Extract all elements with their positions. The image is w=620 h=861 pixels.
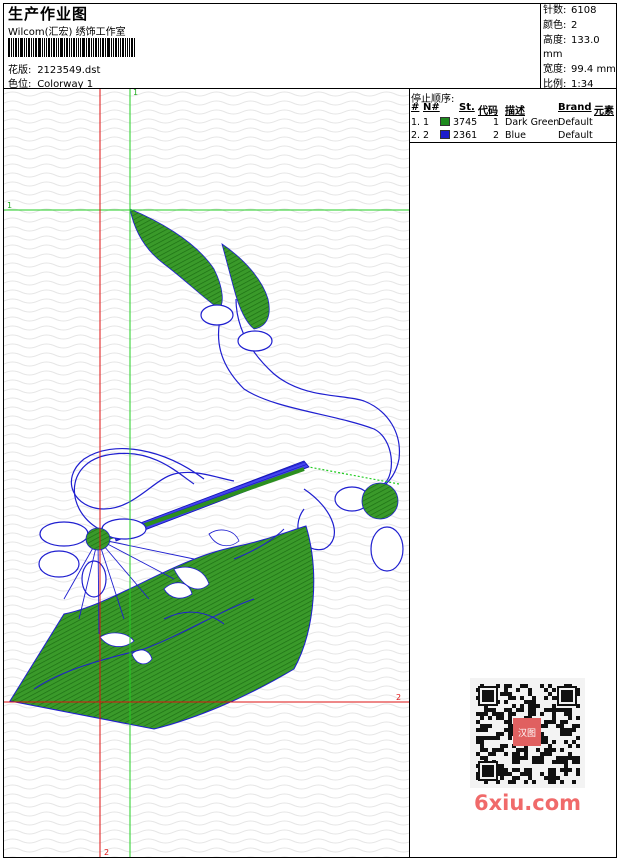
site-watermark: 6xiu.com — [474, 791, 581, 815]
flower-center-green — [361, 482, 399, 520]
row-code: 2 — [493, 130, 500, 141]
company-name: Wilcom(汇宏) 绣饰工作室 — [8, 27, 126, 38]
row-needle: 2 — [423, 130, 430, 141]
thread-color-swatch — [440, 130, 450, 139]
row-num: 1. — [411, 117, 421, 128]
col-header-needle: N# — [423, 102, 440, 113]
col-header-brand: Brand — [558, 102, 592, 113]
leaf-bead-right — [237, 330, 273, 352]
stat-height: 高度: 133.0 mm — [543, 34, 600, 61]
stat-colors: 颜色: 2 — [543, 19, 578, 31]
petal-1 — [39, 521, 89, 547]
col-header-num: # — [411, 102, 420, 113]
stat-scale: 比例: 1:34 — [543, 78, 594, 90]
leaf-bead-left — [200, 304, 234, 326]
panel-divider — [409, 88, 410, 857]
row-needle: 1 — [423, 117, 430, 128]
row-brand: Default — [558, 117, 593, 128]
stat-stitches: 针数: 6108 — [543, 5, 597, 16]
thread-color-swatch — [440, 117, 450, 126]
watermark: 汉图 6xiu.com — [470, 678, 585, 815]
col-header-element: 元素 — [594, 106, 614, 117]
design-file-row: 花版: 2123549.dst — [8, 61, 100, 76]
row-code: 1 — [493, 117, 500, 128]
row-stitches: 3745 — [453, 117, 478, 128]
col-header-stitches: St. — [459, 102, 475, 113]
table-bottom-divider — [410, 142, 616, 143]
row-num: 2. — [411, 130, 421, 141]
row-description: Dark Green — [505, 117, 560, 128]
petal-2 — [38, 550, 80, 578]
canvas-background — [4, 89, 409, 857]
embroidery-preview: 1 1 2 2 — [4, 89, 409, 857]
design-file-label: 花版: — [8, 65, 32, 76]
row-stitches: 2361 — [453, 130, 478, 141]
qr-stamp-text: 汉图 — [518, 728, 536, 739]
col-header-code: 代码 — [478, 106, 498, 117]
design-canvas[interactable]: 1 1 2 2 — [4, 89, 409, 857]
barcode-icon — [8, 38, 140, 57]
hub-center — [85, 527, 111, 551]
stats-divider — [540, 4, 541, 88]
row-brand: Default — [558, 130, 593, 141]
guide-red-h-label: 2 — [396, 693, 401, 702]
col-header-description: 描述 — [505, 106, 525, 117]
stats-panel: 针数: 6108 颜色: 2 高度: 133.0 mm 宽度: 99.4 mm 比例: 1… — [543, 4, 620, 93]
guide-red-v-label: 2 — [104, 848, 109, 857]
guide-green-h-label: 1 — [7, 201, 12, 210]
guide-green-v-label: 1 — [133, 89, 138, 97]
row-description: Blue — [505, 130, 527, 141]
stat-width: 宽度: 99.4 mm — [543, 64, 616, 76]
page-title: 生产作业图 — [8, 5, 89, 23]
